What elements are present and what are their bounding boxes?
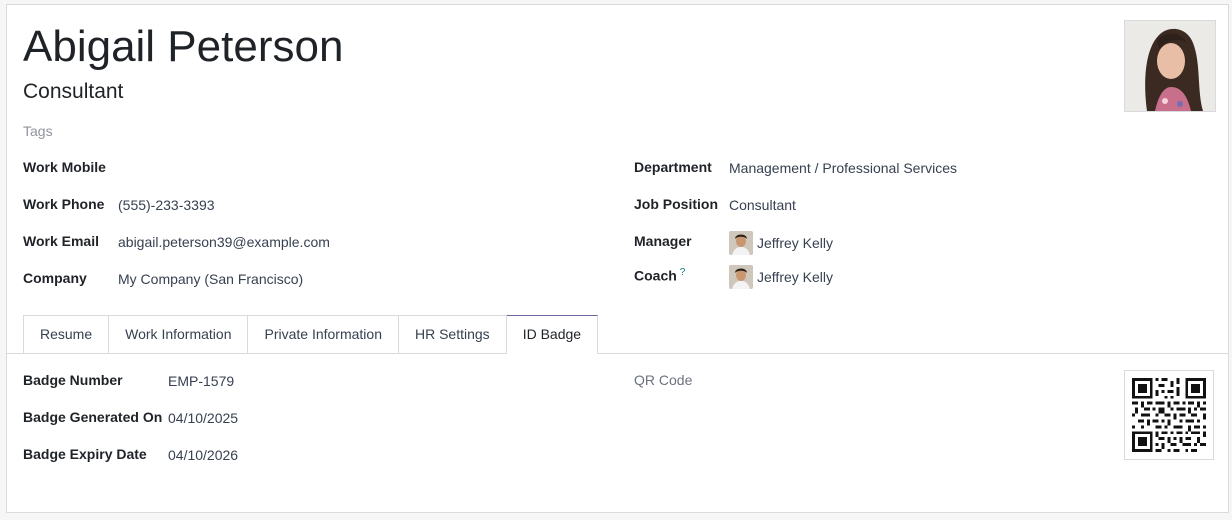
man-portrait-icon xyxy=(729,265,753,289)
tab-resume[interactable]: Resume xyxy=(23,315,110,354)
manager-avatar xyxy=(729,231,753,255)
badge-generated-label: Badge Generated On xyxy=(23,409,163,425)
department-value[interactable]: Management / Professional Services xyxy=(729,160,957,176)
company-value[interactable]: My Company (San Francisco) xyxy=(118,271,303,287)
department-label: Department xyxy=(634,159,712,175)
employee-job-title[interactable]: Consultant xyxy=(23,79,123,105)
tab-work-information[interactable]: Work Information xyxy=(109,315,249,354)
employee-form-sheet: Abigail Peterson Consultant Tags Work Mo… xyxy=(6,4,1229,513)
coach-avatar xyxy=(729,265,753,289)
job-position-label: Job Position xyxy=(634,196,718,212)
badge-generated-value[interactable]: 04/10/2025 xyxy=(168,410,238,426)
work-phone-value[interactable]: (555)-233-3393 xyxy=(118,197,215,213)
coach-label-text: Coach xyxy=(634,267,677,284)
work-email-label: Work Email xyxy=(23,233,99,249)
man-portrait-icon xyxy=(729,231,753,255)
coach-name[interactable]: Jeffrey Kelly xyxy=(757,269,833,285)
work-phone-label: Work Phone xyxy=(23,196,105,212)
manager-name[interactable]: Jeffrey Kelly xyxy=(757,235,833,251)
qr-code-label: QR Code xyxy=(634,372,693,388)
coach-label: Coach? xyxy=(634,267,685,284)
badge-expiry-value[interactable]: 04/10/2026 xyxy=(168,447,238,463)
badge-expiry-label: Badge Expiry Date xyxy=(23,446,147,462)
tags-field[interactable]: Tags xyxy=(23,123,53,139)
badge-number-label: Badge Number xyxy=(23,372,123,388)
company-label: Company xyxy=(23,270,87,286)
badge-number-value[interactable]: EMP-1579 xyxy=(168,373,234,389)
employee-name[interactable]: Abigail Peterson xyxy=(23,19,343,75)
employee-photo[interactable] xyxy=(1124,20,1216,112)
manager-label: Manager xyxy=(634,233,692,249)
notebook-tabs: Resume Work Information Private Informat… xyxy=(23,315,599,354)
work-mobile-label: Work Mobile xyxy=(23,159,106,175)
qr-code-icon xyxy=(1132,378,1206,452)
woman-portrait-icon xyxy=(1125,21,1215,111)
qr-code-image xyxy=(1124,370,1214,460)
manager-field[interactable]: Jeffrey Kelly xyxy=(729,231,833,255)
work-email-value[interactable]: abigail.peterson39@example.com xyxy=(118,234,330,250)
tab-hr-settings[interactable]: HR Settings xyxy=(398,315,507,354)
coach-field[interactable]: Jeffrey Kelly xyxy=(729,265,833,289)
help-icon[interactable]: ? xyxy=(680,267,686,278)
job-position-value[interactable]: Consultant xyxy=(729,197,796,213)
tab-private-information[interactable]: Private Information xyxy=(248,315,399,354)
tab-id-badge[interactable]: ID Badge xyxy=(506,315,599,354)
